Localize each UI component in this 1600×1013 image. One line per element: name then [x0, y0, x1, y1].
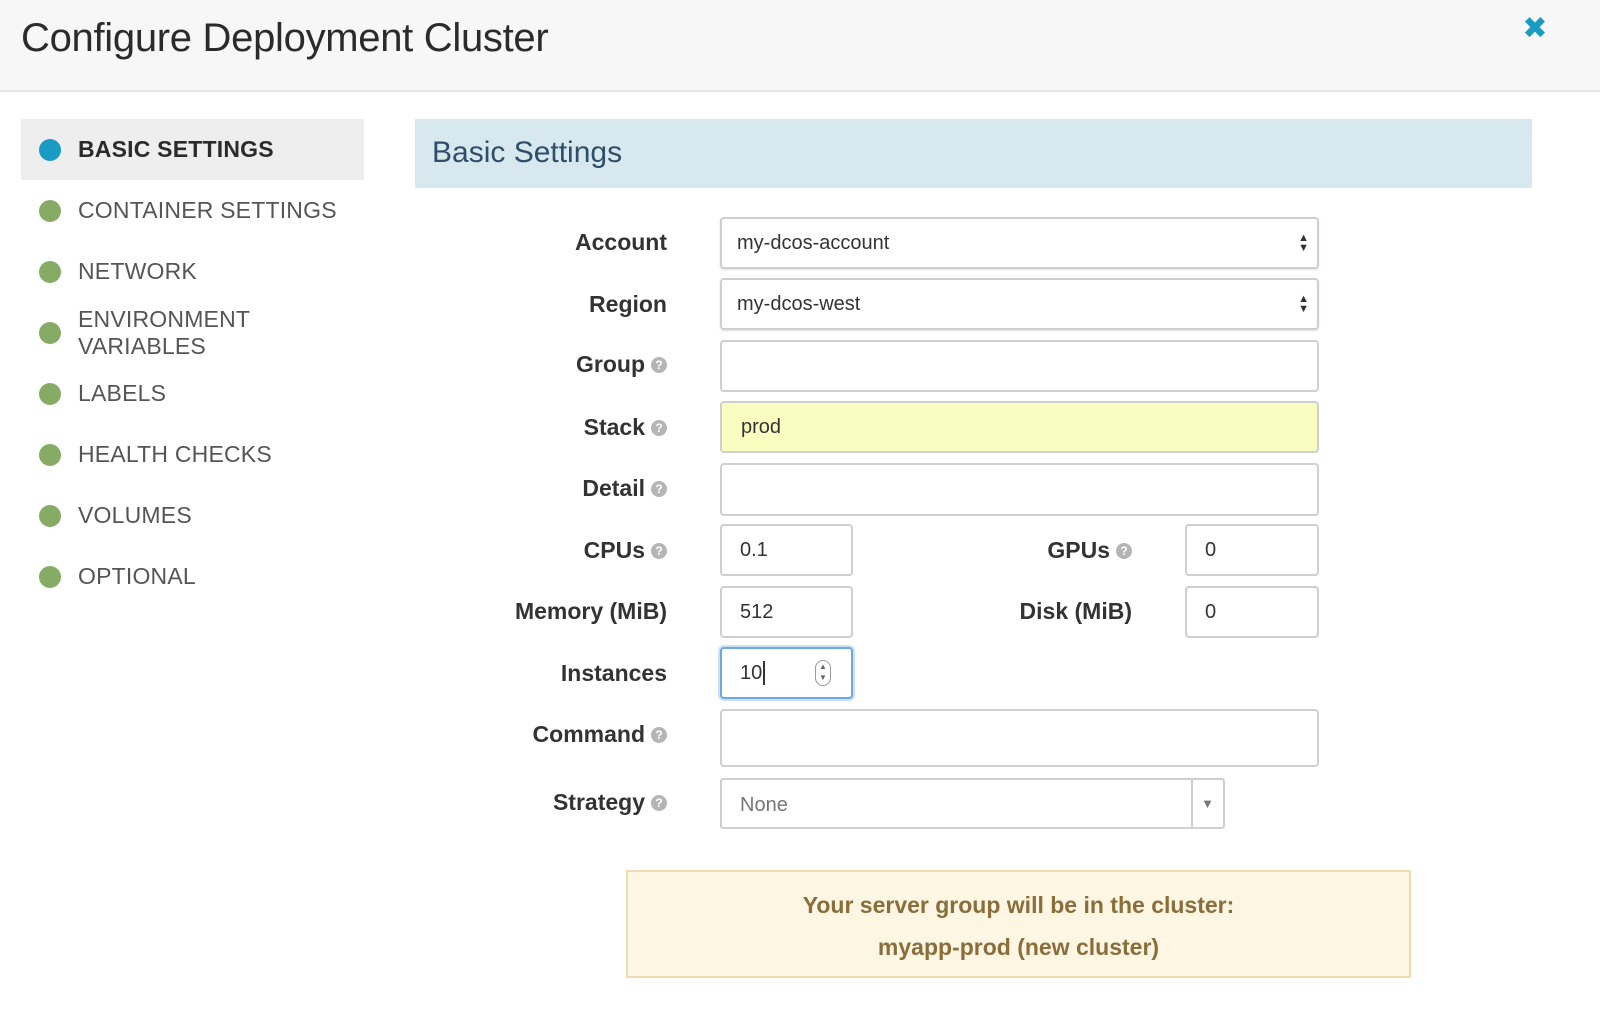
- close-icon[interactable]: ✖: [1520, 14, 1550, 44]
- region-label: Region: [589, 291, 667, 317]
- group-label-text: Group: [576, 351, 645, 377]
- cpus-label-text: CPUs: [583, 537, 645, 563]
- account-value: my-dcos-account: [737, 231, 890, 254]
- region-value: my-dcos-west: [737, 292, 861, 315]
- account-label: Account: [575, 229, 667, 255]
- sidebar-item-label: CONTAINER SETTINGS: [78, 197, 337, 223]
- section-header: Basic Settings: [415, 119, 1532, 188]
- status-dot-icon: [39, 443, 61, 466]
- help-icon[interactable]: ?: [1116, 543, 1132, 559]
- sidebar-item-network[interactable]: NETWORK: [21, 241, 364, 302]
- memory-value: 512: [740, 600, 774, 623]
- select-arrows-icon: ▲ ▼: [1298, 232, 1309, 254]
- memory-input[interactable]: 512: [720, 586, 853, 638]
- strategy-value: None: [740, 794, 788, 816]
- status-dot-icon: [39, 260, 61, 283]
- sidebar-item-environment-variables[interactable]: ENVIRONMENT VARIABLES: [21, 302, 364, 363]
- memory-label: Memory (MiB): [514, 598, 667, 624]
- help-icon[interactable]: ?: [651, 727, 667, 743]
- help-icon[interactable]: ?: [651, 795, 667, 811]
- sidebar-item-label: LABELS: [78, 380, 167, 406]
- sidebar-item-container-settings[interactable]: CONTAINER SETTINGS: [21, 180, 364, 241]
- help-icon[interactable]: ?: [651, 543, 667, 559]
- sidebar-item-label: NETWORK: [78, 258, 197, 284]
- section-title: Basic Settings: [432, 136, 623, 169]
- status-dot-icon: [39, 321, 61, 344]
- disk-value: 0: [1205, 600, 1217, 623]
- command-label: Command?: [533, 721, 667, 748]
- sidebar-item-label: ENVIRONMENT VARIABLES: [78, 305, 250, 359]
- stack-value: prod: [741, 415, 782, 438]
- instances-label: Instances: [560, 660, 667, 686]
- select-divider: [1191, 780, 1193, 827]
- status-dot-icon: [39, 199, 61, 222]
- sidebar-item-health-checks[interactable]: HEALTH CHECKS: [21, 424, 364, 485]
- sidebar-item-label: BASIC SETTINGS: [78, 136, 274, 162]
- gpus-label: GPUs?: [1047, 537, 1132, 564]
- account-select[interactable]: my-dcos-account ▲ ▼: [720, 217, 1319, 269]
- chevron-down-icon[interactable]: ▼: [1201, 796, 1214, 811]
- status-dot-icon: [39, 565, 61, 588]
- sidebar-item-basic-settings[interactable]: BASIC SETTINGS: [21, 119, 364, 180]
- status-dot-icon: [39, 504, 61, 527]
- detail-label-text: Detail: [582, 475, 645, 501]
- detail-input[interactable]: [720, 463, 1319, 516]
- stack-label-text: Stack: [583, 414, 645, 440]
- stepper-arrows-icon[interactable]: ▲ ▼: [815, 660, 831, 686]
- cluster-notice: Your server group will be in the cluster…: [626, 870, 1411, 978]
- gpus-value: 0: [1205, 538, 1217, 561]
- cpus-input[interactable]: 0.1: [720, 524, 853, 576]
- gpus-label-text: GPUs: [1047, 537, 1110, 563]
- sidebar-item-optional[interactable]: OPTIONAL: [21, 546, 364, 607]
- dialog-title: Configure Deployment Cluster: [21, 16, 549, 60]
- sidebar-nav: BASIC SETTINGS CONTAINER SETTINGS NETWOR…: [21, 119, 364, 607]
- status-dot-icon: [39, 382, 61, 405]
- strategy-label: Strategy?: [553, 789, 667, 816]
- instances-value: 10: [740, 661, 763, 684]
- group-input[interactable]: [720, 340, 1319, 392]
- command-textarea[interactable]: [720, 709, 1319, 767]
- stack-input[interactable]: prod: [720, 401, 1319, 453]
- text-caret: [763, 661, 766, 685]
- gpus-input[interactable]: 0: [1185, 524, 1319, 576]
- disk-input[interactable]: 0: [1185, 586, 1319, 638]
- strategy-label-text: Strategy: [552, 789, 645, 815]
- sidebar-item-label: OPTIONAL: [78, 563, 196, 589]
- strategy-select[interactable]: None ▼: [720, 778, 1225, 829]
- help-icon[interactable]: ?: [651, 357, 667, 373]
- group-label: Group?: [576, 351, 667, 378]
- status-dot-icon: [39, 138, 61, 161]
- sidebar-item-labels[interactable]: LABELS: [21, 363, 364, 424]
- detail-label: Detail?: [582, 475, 667, 502]
- select-arrows-icon: ▲ ▼: [1298, 293, 1309, 315]
- notice-line-2: myapp-prod (new cluster): [877, 934, 1160, 960]
- cpus-value: 0.1: [740, 538, 768, 561]
- disk-label: Disk (MiB): [1019, 598, 1132, 624]
- sidebar-item-label: HEALTH CHECKS: [78, 441, 272, 467]
- dialog-header: Configure Deployment Cluster ✖: [0, 0, 1600, 92]
- region-select[interactable]: my-dcos-west ▲ ▼: [720, 278, 1319, 330]
- stack-label: Stack?: [584, 414, 667, 441]
- command-label-text: Command: [532, 721, 645, 747]
- sidebar-item-volumes[interactable]: VOLUMES: [21, 485, 364, 546]
- notice-line-1: Your server group will be in the cluster…: [802, 892, 1235, 918]
- instances-stepper[interactable]: 10 ▲ ▼: [720, 647, 853, 699]
- cpus-label: CPUs?: [584, 537, 667, 564]
- help-icon[interactable]: ?: [651, 481, 667, 497]
- help-icon[interactable]: ?: [651, 420, 667, 436]
- sidebar-item-label: VOLUMES: [78, 502, 192, 528]
